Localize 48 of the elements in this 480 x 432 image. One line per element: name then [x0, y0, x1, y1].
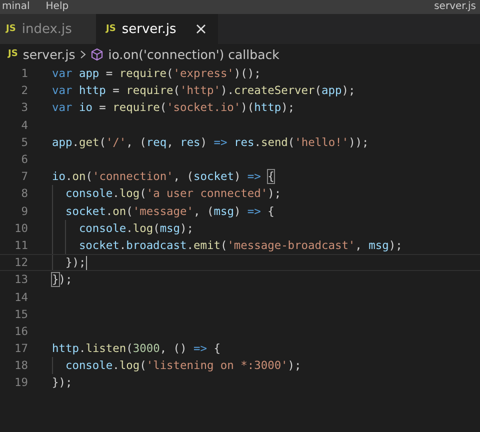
- line-number: 1: [20, 67, 28, 80]
- tab-label: index.js: [22, 22, 72, 36]
- line-number: 8: [20, 187, 28, 200]
- line-number: 4: [20, 118, 28, 132]
- line-number: 7: [20, 170, 28, 184]
- editor-tab[interactable]: JS index.js: [0, 14, 96, 44]
- editor-tab[interactable]: JS server.js: [96, 14, 218, 44]
- menu-item[interactable]: Help: [46, 0, 69, 14]
- code-line: http.listen(3000, () => {: [52, 342, 220, 356]
- code-line: var io = require('socket.io')(http);: [52, 101, 295, 114]
- line-number: 11: [14, 238, 28, 252]
- tab-label: server.js: [122, 22, 176, 36]
- line-number: 6: [20, 153, 28, 166]
- code-line: });: [64, 256, 87, 270]
- line-number: 3: [20, 101, 28, 114]
- breadcrumb-item[interactable]: server.js: [22, 46, 76, 62]
- line-number: 17: [14, 342, 28, 356]
- code-line: var http = require('http').createServer(app);: [52, 84, 356, 98]
- line-number: 14: [14, 290, 28, 304]
- code-line: console.log(msg);: [78, 222, 194, 235]
- line-number: 13: [14, 273, 28, 286]
- close-icon[interactable]: [196, 24, 206, 34]
- line-number: 5: [20, 136, 28, 149]
- javascript-file-icon: JS: [106, 24, 116, 34]
- line-number: 19: [14, 376, 28, 390]
- code-line: app.get('/', (req, res) => res.send('hello!'));: [52, 136, 369, 149]
- line-number: 10: [14, 222, 28, 235]
- code-line: socket.on('message', (msg) => {: [64, 204, 274, 218]
- cube-icon: [91, 48, 104, 60]
- menu-item[interactable]: minal: [2, 0, 30, 14]
- code-line: });: [52, 273, 72, 286]
- code-line: io.on('connection', (socket) => {: [52, 170, 274, 184]
- chevron-icon: [80, 50, 86, 58]
- breadcrumb-item[interactable]: io.on('connection') callback: [108, 46, 280, 62]
- javascript-file-icon: JS: [6, 24, 16, 34]
- line-number: 12: [14, 256, 28, 270]
- code-line: socket.broadcast.emit('message-broadcast', msg);: [78, 238, 402, 252]
- line-number: 2: [20, 84, 28, 98]
- code-line: console.log('listening on *:3000');: [64, 359, 302, 372]
- code-line: console.log('a user connected');: [64, 187, 282, 200]
- line-number: 15: [14, 308, 28, 321]
- line-number: 16: [14, 324, 28, 338]
- window-title: server.js: [434, 0, 476, 14]
- code-line: var app = require('express')();: [52, 67, 261, 80]
- javascript-file-icon: JS: [8, 49, 18, 59]
- line-number: 18: [14, 359, 28, 372]
- code-line: });: [52, 376, 72, 390]
- line-number: 9: [20, 204, 28, 218]
